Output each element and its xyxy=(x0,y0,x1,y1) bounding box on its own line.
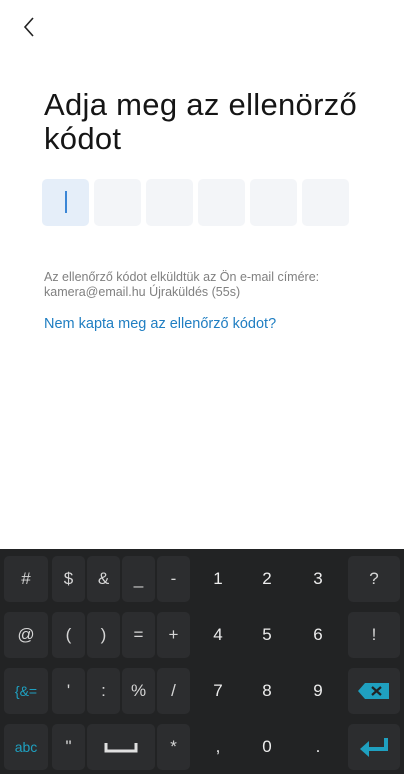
backspace-icon xyxy=(358,683,389,699)
code-digit-box[interactable] xyxy=(94,179,141,226)
key[interactable]: 5 xyxy=(245,612,289,658)
enter-key[interactable] xyxy=(348,724,400,770)
key[interactable]: . xyxy=(296,724,340,770)
enter-icon xyxy=(360,738,388,757)
space-key[interactable] xyxy=(87,724,155,770)
text-caret xyxy=(65,191,67,213)
code-digit-box[interactable] xyxy=(146,179,193,226)
key[interactable]: 7 xyxy=(196,668,240,714)
key[interactable]: # xyxy=(4,556,48,602)
code-digit-box[interactable] xyxy=(42,179,89,226)
resend-button[interactable]: Újraküldés (55s) xyxy=(149,285,240,299)
key[interactable]: 6 xyxy=(296,612,340,658)
keyboard-row: {&= ' : % / 7 8 9 xyxy=(0,663,404,719)
key[interactable]: + xyxy=(157,612,190,658)
page-title: Adja meg az ellenörző kódot xyxy=(44,87,358,156)
key[interactable]: ) xyxy=(87,612,120,658)
code-digit-box[interactable] xyxy=(302,179,349,226)
chevron-left-icon xyxy=(23,17,34,37)
key[interactable]: * xyxy=(157,724,190,770)
code-not-received-link[interactable]: Nem kapta meg az ellenőrző kódot? xyxy=(44,316,276,332)
keyboard-row: @ ( ) = + 4 5 6 ! xyxy=(0,607,404,663)
keyboard-row: # $ & _ - 1 2 3 ? xyxy=(0,551,404,607)
key[interactable]: 1 xyxy=(196,556,240,602)
on-screen-keyboard: # $ & _ - 1 2 3 ? @ ( ) = + 4 5 6 ! {&= … xyxy=(0,549,404,774)
key[interactable]: & xyxy=(87,556,120,602)
key[interactable]: @ xyxy=(4,612,48,658)
key[interactable]: 8 xyxy=(245,668,289,714)
key[interactable]: = xyxy=(122,612,155,658)
key[interactable]: - xyxy=(157,556,190,602)
code-digit-box[interactable] xyxy=(250,179,297,226)
space-bar-icon xyxy=(104,743,138,753)
symbols-toggle-key[interactable]: {&= xyxy=(4,668,48,714)
key[interactable]: , xyxy=(196,724,240,770)
key[interactable]: 0 xyxy=(245,724,289,770)
key[interactable]: ( xyxy=(52,612,85,658)
key[interactable]: ' xyxy=(52,668,85,714)
back-button[interactable] xyxy=(14,12,44,42)
keyboard-row: abc " * , 0 . xyxy=(0,719,404,775)
key[interactable]: $ xyxy=(52,556,85,602)
key[interactable]: 4 xyxy=(196,612,240,658)
key[interactable]: : xyxy=(87,668,120,714)
info-text: Az ellenőrző kódot elküldtük az Ön e-mai… xyxy=(44,270,320,284)
verification-code-input[interactable] xyxy=(42,179,349,226)
key[interactable]: 9 xyxy=(296,668,340,714)
code-digit-box[interactable] xyxy=(198,179,245,226)
key[interactable]: " xyxy=(52,724,85,770)
abc-toggle-key[interactable]: abc xyxy=(4,724,48,770)
key[interactable]: 2 xyxy=(245,556,289,602)
key[interactable]: / xyxy=(157,668,190,714)
key[interactable]: 3 xyxy=(296,556,340,602)
backspace-key[interactable] xyxy=(348,668,400,714)
key[interactable]: ! xyxy=(348,612,400,658)
key[interactable]: % xyxy=(122,668,155,714)
code-sent-info: Az ellenőrző kódot elküldtük az Ön e-mai… xyxy=(44,270,364,300)
email-address: kamera@email.hu xyxy=(44,285,146,299)
key[interactable]: ? xyxy=(348,556,400,602)
key[interactable]: _ xyxy=(122,556,155,602)
